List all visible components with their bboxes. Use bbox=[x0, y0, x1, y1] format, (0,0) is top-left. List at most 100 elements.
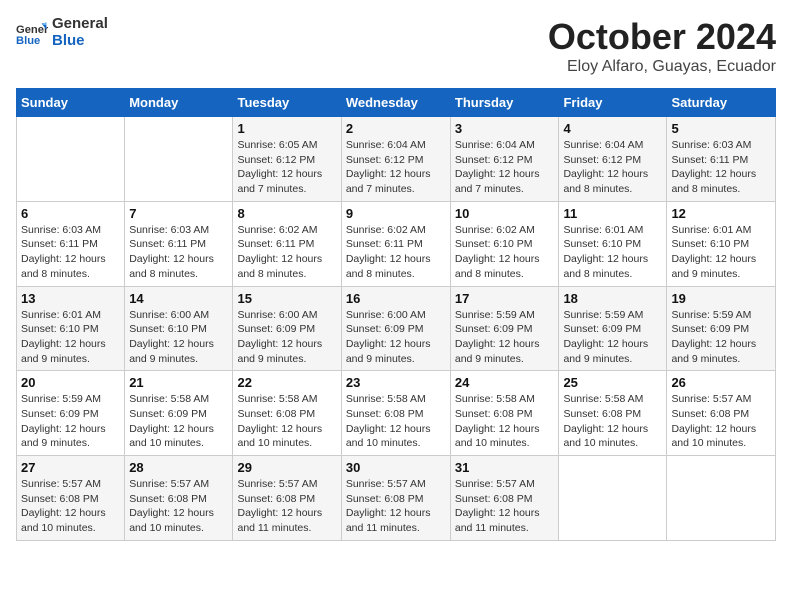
calendar-header-saturday: Saturday bbox=[667, 89, 776, 117]
calendar-cell: 26Sunrise: 5:57 AM Sunset: 6:08 PM Dayli… bbox=[667, 371, 776, 456]
day-number: 16 bbox=[346, 291, 446, 306]
calendar-cell: 6 Sunrise: 6:03 AM Sunset: 6:11 PM Daylig… bbox=[17, 201, 125, 286]
calendar-table: SundayMondayTuesdayWednesdayThursdayFrid… bbox=[16, 88, 776, 541]
day-number: 3 bbox=[455, 121, 555, 136]
day-info: Sunrise: 5:57 AM Sunset: 6:08 PM Dayligh… bbox=[237, 477, 336, 536]
day-number: 7 bbox=[129, 206, 228, 221]
day-number: 22 bbox=[237, 375, 336, 390]
day-number: 23 bbox=[346, 375, 446, 390]
calendar-header-monday: Monday bbox=[125, 89, 233, 117]
day-number: 1 bbox=[237, 121, 336, 136]
location-subtitle: Eloy Alfaro, Guayas, Ecuador bbox=[548, 58, 776, 76]
day-info: Sunrise: 5:58 AM Sunset: 6:08 PM Dayligh… bbox=[346, 392, 446, 451]
day-number: 2 bbox=[346, 121, 446, 136]
logo: General Blue General Blue bbox=[16, 16, 108, 49]
day-info: Sunrise: 6:02 AM Sunset: 6:11 PM Dayligh… bbox=[237, 223, 336, 282]
day-number: 13 bbox=[21, 291, 120, 306]
day-info: Sunrise: 6:03 AM Sunset: 6:11 PM Dayligh… bbox=[21, 223, 120, 282]
calendar-cell: 27Sunrise: 5:57 AM Sunset: 6:08 PM Dayli… bbox=[17, 456, 125, 541]
calendar-cell: 20Sunrise: 5:59 AM Sunset: 6:09 PM Dayli… bbox=[17, 371, 125, 456]
calendar-cell: 21 Sunrise: 5:58 AM Sunset: 6:09 PM Dayli… bbox=[125, 371, 233, 456]
day-info: Sunrise: 5:57 AM Sunset: 6:08 PM Dayligh… bbox=[21, 477, 120, 536]
calendar-week-row: 13 Sunrise: 6:01 AM Sunset: 6:10 PM Dayli… bbox=[17, 286, 776, 371]
calendar-week-row: 27Sunrise: 5:57 AM Sunset: 6:08 PM Dayli… bbox=[17, 456, 776, 541]
day-number: 14 bbox=[129, 291, 228, 306]
calendar-cell: 23 Sunrise: 5:58 AM Sunset: 6:08 PM Dayli… bbox=[341, 371, 450, 456]
calendar-header-tuesday: Tuesday bbox=[233, 89, 341, 117]
day-number: 31 bbox=[455, 460, 555, 475]
day-number: 9 bbox=[346, 206, 446, 221]
day-info: Sunrise: 6:02 AM Sunset: 6:11 PM Dayligh… bbox=[346, 223, 446, 282]
day-number: 15 bbox=[237, 291, 336, 306]
day-number: 21 bbox=[129, 375, 228, 390]
calendar-cell: 8 Sunrise: 6:02 AM Sunset: 6:11 PM Daylig… bbox=[233, 201, 341, 286]
month-year-title: October 2024 bbox=[548, 16, 776, 58]
day-number: 8 bbox=[237, 206, 336, 221]
calendar-cell: 22 Sunrise: 5:58 AM Sunset: 6:08 PM Dayli… bbox=[233, 371, 341, 456]
day-info: Sunrise: 6:00 AM Sunset: 6:09 PM Dayligh… bbox=[237, 308, 336, 367]
page-header: General Blue General Blue October 2024 E… bbox=[16, 16, 776, 76]
day-info: Sunrise: 5:59 AM Sunset: 6:09 PM Dayligh… bbox=[563, 308, 662, 367]
day-info: Sunrise: 6:00 AM Sunset: 6:10 PM Dayligh… bbox=[129, 308, 228, 367]
day-info: Sunrise: 5:59 AM Sunset: 6:09 PM Dayligh… bbox=[671, 308, 771, 367]
calendar-header-sunday: Sunday bbox=[17, 89, 125, 117]
day-info: Sunrise: 6:04 AM Sunset: 6:12 PM Dayligh… bbox=[563, 138, 662, 197]
calendar-cell bbox=[667, 456, 776, 541]
calendar-cell: 16 Sunrise: 6:00 AM Sunset: 6:09 PM Dayli… bbox=[341, 286, 450, 371]
calendar-week-row: 6 Sunrise: 6:03 AM Sunset: 6:11 PM Daylig… bbox=[17, 201, 776, 286]
calendar-cell: 29 Sunrise: 5:57 AM Sunset: 6:08 PM Dayli… bbox=[233, 456, 341, 541]
day-number: 29 bbox=[237, 460, 336, 475]
title-section: October 2024 Eloy Alfaro, Guayas, Ecuado… bbox=[548, 16, 776, 76]
calendar-cell: 11Sunrise: 6:01 AM Sunset: 6:10 PM Dayli… bbox=[559, 201, 667, 286]
day-info: Sunrise: 6:01 AM Sunset: 6:10 PM Dayligh… bbox=[21, 308, 120, 367]
svg-text:Blue: Blue bbox=[16, 35, 40, 47]
day-info: Sunrise: 5:58 AM Sunset: 6:08 PM Dayligh… bbox=[455, 392, 555, 451]
day-info: Sunrise: 6:01 AM Sunset: 6:10 PM Dayligh… bbox=[671, 223, 771, 282]
calendar-cell: 13 Sunrise: 6:01 AM Sunset: 6:10 PM Dayli… bbox=[17, 286, 125, 371]
day-info: Sunrise: 5:57 AM Sunset: 6:08 PM Dayligh… bbox=[455, 477, 555, 536]
day-number: 25 bbox=[563, 375, 662, 390]
day-info: Sunrise: 5:57 AM Sunset: 6:08 PM Dayligh… bbox=[129, 477, 228, 536]
calendar-cell: 5Sunrise: 6:03 AM Sunset: 6:11 PM Daylig… bbox=[667, 117, 776, 202]
calendar-cell: 2Sunrise: 6:04 AM Sunset: 6:12 PM Daylig… bbox=[341, 117, 450, 202]
day-number: 26 bbox=[671, 375, 771, 390]
calendar-header-wednesday: Wednesday bbox=[341, 89, 450, 117]
calendar-week-row: 1Sunrise: 6:05 AM Sunset: 6:12 PM Daylig… bbox=[17, 117, 776, 202]
day-info: Sunrise: 6:00 AM Sunset: 6:09 PM Dayligh… bbox=[346, 308, 446, 367]
day-info: Sunrise: 6:02 AM Sunset: 6:10 PM Dayligh… bbox=[455, 223, 555, 282]
day-number: 10 bbox=[455, 206, 555, 221]
day-info: Sunrise: 6:03 AM Sunset: 6:11 PM Dayligh… bbox=[129, 223, 228, 282]
calendar-cell: 15 Sunrise: 6:00 AM Sunset: 6:09 PM Dayli… bbox=[233, 286, 341, 371]
day-number: 24 bbox=[455, 375, 555, 390]
day-number: 28 bbox=[129, 460, 228, 475]
day-info: Sunrise: 5:59 AM Sunset: 6:09 PM Dayligh… bbox=[455, 308, 555, 367]
calendar-header-thursday: Thursday bbox=[450, 89, 559, 117]
calendar-week-row: 20Sunrise: 5:59 AM Sunset: 6:09 PM Dayli… bbox=[17, 371, 776, 456]
calendar-cell: 30Sunrise: 5:57 AM Sunset: 6:08 PM Dayli… bbox=[341, 456, 450, 541]
day-info: Sunrise: 5:59 AM Sunset: 6:09 PM Dayligh… bbox=[21, 392, 120, 451]
calendar-cell bbox=[125, 117, 233, 202]
calendar-cell: 28 Sunrise: 5:57 AM Sunset: 6:08 PM Dayli… bbox=[125, 456, 233, 541]
day-number: 19 bbox=[671, 291, 771, 306]
logo-icon: General Blue bbox=[16, 17, 48, 49]
day-info: Sunrise: 5:58 AM Sunset: 6:09 PM Dayligh… bbox=[129, 392, 228, 451]
calendar-cell: 10 Sunrise: 6:02 AM Sunset: 6:10 PM Dayli… bbox=[450, 201, 559, 286]
day-number: 6 bbox=[21, 206, 120, 221]
day-info: Sunrise: 5:57 AM Sunset: 6:08 PM Dayligh… bbox=[346, 477, 446, 536]
calendar-cell: 14 Sunrise: 6:00 AM Sunset: 6:10 PM Dayli… bbox=[125, 286, 233, 371]
day-number: 4 bbox=[563, 121, 662, 136]
calendar-cell: 19 Sunrise: 5:59 AM Sunset: 6:09 PM Dayli… bbox=[667, 286, 776, 371]
calendar-cell: 1Sunrise: 6:05 AM Sunset: 6:12 PM Daylig… bbox=[233, 117, 341, 202]
calendar-cell: 25 Sunrise: 5:58 AM Sunset: 6:08 PM Dayli… bbox=[559, 371, 667, 456]
day-info: Sunrise: 5:58 AM Sunset: 6:08 PM Dayligh… bbox=[237, 392, 336, 451]
day-info: Sunrise: 6:04 AM Sunset: 6:12 PM Dayligh… bbox=[455, 138, 555, 197]
calendar-cell: 31 Sunrise: 5:57 AM Sunset: 6:08 PM Dayli… bbox=[450, 456, 559, 541]
day-number: 12 bbox=[671, 206, 771, 221]
calendar-header-friday: Friday bbox=[559, 89, 667, 117]
calendar-cell: 17Sunrise: 5:59 AM Sunset: 6:09 PM Dayli… bbox=[450, 286, 559, 371]
calendar-cell: 7 Sunrise: 6:03 AM Sunset: 6:11 PM Daylig… bbox=[125, 201, 233, 286]
svg-text:General: General bbox=[16, 24, 48, 36]
day-number: 18 bbox=[563, 291, 662, 306]
calendar-cell: 3 Sunrise: 6:04 AM Sunset: 6:12 PM Daylig… bbox=[450, 117, 559, 202]
day-info: Sunrise: 5:58 AM Sunset: 6:08 PM Dayligh… bbox=[563, 392, 662, 451]
